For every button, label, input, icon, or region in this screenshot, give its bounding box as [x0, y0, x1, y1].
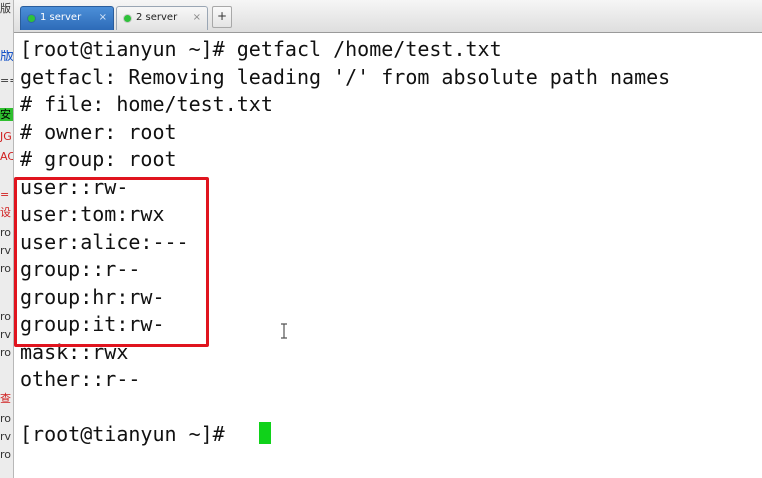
strip-text: ro	[0, 448, 12, 461]
connected-status-icon	[124, 15, 131, 22]
terminal-line: mask::rwx	[20, 340, 129, 364]
terminal-prompt: [root@tianyun ~]#	[20, 422, 237, 446]
strip-text: AC	[0, 150, 13, 163]
terminal-line: group:it:rw-	[20, 312, 165, 336]
close-icon[interactable]: ×	[99, 7, 107, 29]
strip-text: rv	[0, 328, 12, 341]
terminal-line: other::r--	[20, 367, 141, 391]
terminal-line: # owner: root	[20, 120, 177, 144]
text-cursor-icon	[281, 323, 287, 339]
terminal-line: user:alice:---	[20, 230, 189, 254]
tab-server-2[interactable]: 2 server ×	[116, 6, 208, 30]
strip-text: ro	[0, 262, 12, 275]
close-icon[interactable]: ×	[193, 7, 201, 29]
strip-text: ==	[0, 74, 13, 87]
tab-label: 1 server	[40, 12, 82, 23]
strip-text: 查	[0, 392, 11, 405]
terminal-line: [root@tianyun ~]# getfacl /home/test.txt	[20, 37, 502, 61]
strip-text: 安	[0, 108, 13, 121]
strip-text: rv	[0, 244, 12, 257]
strip-text: ro	[0, 226, 12, 239]
app-window: 版 版 == 安 JG AC = 设 ro rv ro ro rv ro 查 r…	[0, 0, 762, 478]
strip-text: =	[0, 188, 10, 201]
tab-bar: 1 server × 2 server × +	[14, 0, 762, 33]
terminal-line: user::rw-	[20, 175, 129, 199]
terminal-output[interactable]: [root@tianyun ~]# getfacl /home/test.txt…	[14, 33, 762, 478]
strip-text: 版	[0, 2, 11, 15]
terminal-line: getfacl: Removing leading '/' from absol…	[20, 65, 671, 89]
tab-label: 2 server	[136, 12, 178, 23]
strip-text: ro	[0, 412, 12, 425]
connected-status-icon	[28, 15, 35, 22]
terminal-line: group:hr:rw-	[20, 285, 165, 309]
new-tab-button[interactable]: +	[212, 6, 232, 28]
strip-text: JG	[0, 130, 12, 143]
terminal-line: group::r--	[20, 257, 141, 281]
terminal-line: # file: home/test.txt	[20, 92, 273, 116]
strip-text: 设	[0, 206, 11, 219]
terminal-line: user:tom:rwx	[20, 202, 165, 226]
strip-text: rv	[0, 430, 12, 443]
strip-text: ro	[0, 310, 12, 323]
terminal-cursor	[259, 422, 271, 444]
strip-text: ro	[0, 346, 12, 359]
tab-server-1[interactable]: 1 server ×	[20, 6, 114, 30]
strip-text: 版	[0, 50, 13, 63]
background-window-edge: 版 版 == 安 JG AC = 设 ro rv ro ro rv ro 查 r…	[0, 0, 14, 478]
terminal-line: # group: root	[20, 147, 177, 171]
